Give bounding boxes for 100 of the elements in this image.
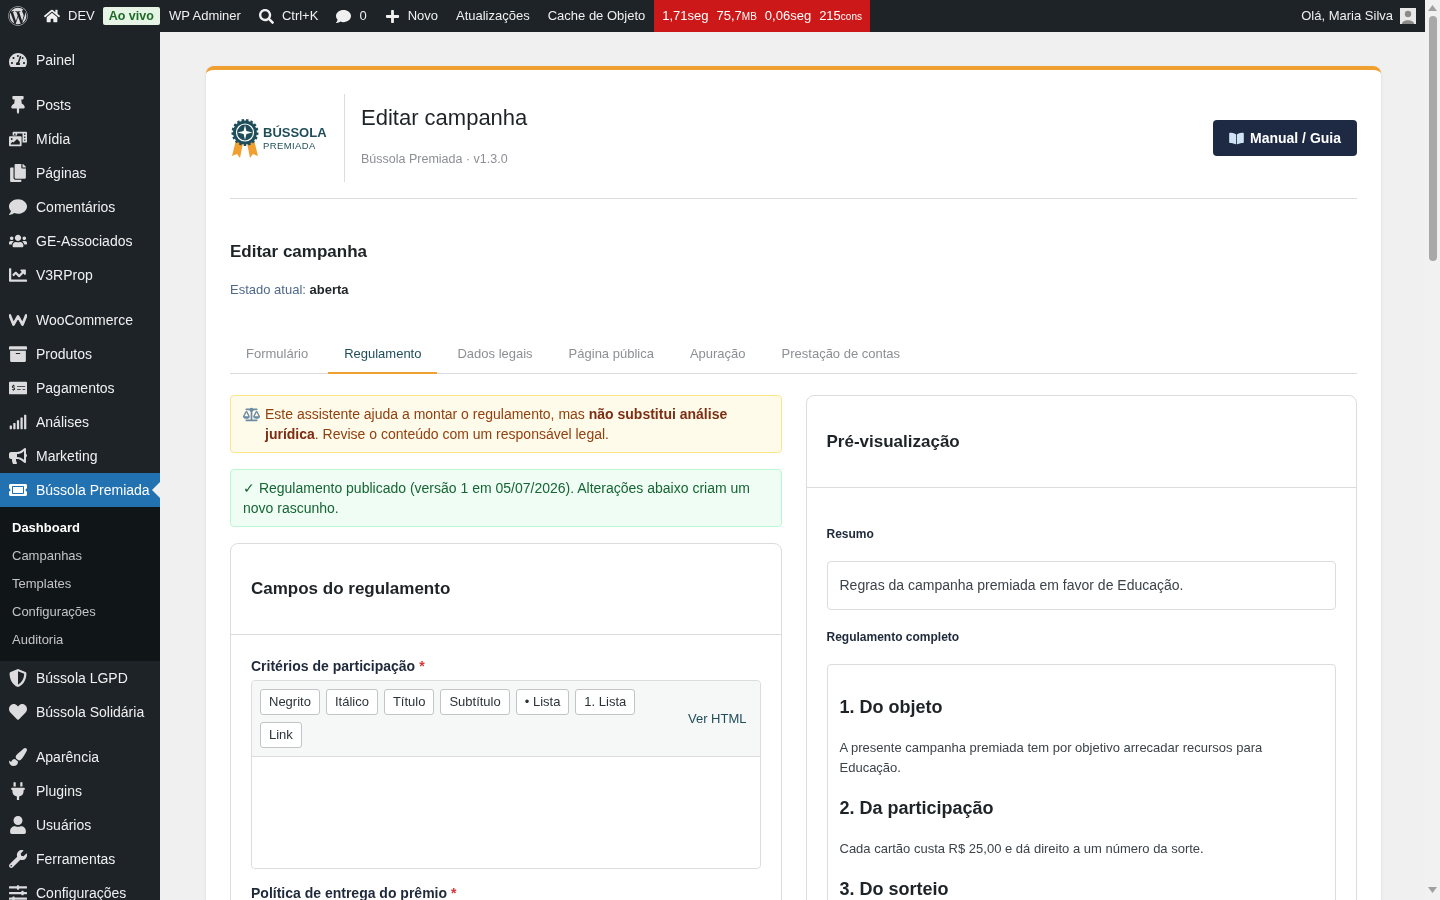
panel-title: Pré-visualização [826,430,960,453]
book-icon [1229,131,1244,145]
sidebar-item[interactable]: V3RProp [0,258,160,292]
scrollbar-thumb[interactable] [1428,16,1437,261]
field-label: Política de entrega do prêmio * [251,884,457,900]
summary-label: Resumo [826,526,874,542]
stat-value: 215cons [819,7,862,26]
pages-icon [9,164,27,182]
heart-icon [9,703,27,721]
paintbrush-icon [9,748,27,766]
submenu-item[interactable]: Templates [0,570,160,598]
admin-bar-item[interactable]: Cache de Objeto [538,0,655,32]
status-text: Estado atual: aberta [230,281,349,299]
submenu-item[interactable]: Auditoria [0,626,160,654]
menu-pointer-icon [152,482,160,498]
sidebar-item[interactable]: Ferramentas [0,842,160,876]
section-title: Editar campanha [230,241,367,263]
environment-badge: Ao vivo [102,7,160,25]
sidebar-item[interactable]: Bússola LGPD [0,661,160,695]
admin-bar-item[interactable]: Atualizações [447,0,539,32]
notice-text: ✓ Regulamento publicado (versão 1 em 05/07/2026). Alterações abaixo criam um novo rascunho. [243,479,751,518]
bar-chart-icon [9,413,27,431]
person-icon [9,816,27,834]
sidebar-item[interactable]: Análises [0,405,160,439]
submenu-item[interactable]: Campanhas [0,542,160,570]
toolbar-button[interactable]: Itálico [325,689,378,715]
search-icon [258,8,274,24]
submenu-item[interactable]: Configurações [0,598,160,626]
toolbar-button[interactable]: Negrito [260,689,320,715]
scroll-up-arrow-icon[interactable] [1428,5,1437,11]
payment-card-icon [9,379,27,397]
sidebar-item[interactable]: Configurações [0,876,160,900]
sliders-icon [9,884,27,900]
pin-icon [9,96,27,114]
home-icon [44,8,60,24]
rules-heading: 1. Do objeto [839,696,943,719]
query-stats-panel[interactable]: 1,71seg 75,7MB 0,06seg 215cons [654,0,870,32]
sidebar-item[interactable]: Bússola Solidária [0,695,160,729]
submenu-item[interactable]: Dashboard [0,514,160,542]
toolbar-button[interactable]: Subtítulo [440,689,510,715]
sidebar-item[interactable]: Páginas [0,156,160,190]
gauge-icon [9,51,27,69]
sidebar-item[interactable]: Posts [0,88,160,122]
avatar-icon [1400,8,1416,24]
stat-value: 75,7MB [716,7,757,26]
sidebar-item[interactable]: Mídia [0,122,160,156]
sidebar-item[interactable]: Painel [0,43,160,77]
admin-bar-item[interactable]: Novo [375,0,447,32]
tickets-icon [9,481,27,499]
rules-heading: 2. Da participação [839,797,994,820]
admin-bar-item[interactable]: DEV [36,0,103,32]
notice-text: Este assistente ajuda a montar o regulamento, mas não substitui análise jurídica. Revise o conteúdo com um responsável legal. [265,405,729,444]
rules-paragraph: A presente campanha premiada tem por objetivo arrecadar recursos para Educação. [839,739,1264,777]
sidebar-item[interactable]: GE-Associados [0,224,160,258]
people-icon [9,232,27,250]
page-title: Editar campanha [361,104,528,132]
sidebar-item[interactable]: Pagamentos [0,371,160,405]
sidebar-item[interactable]: Produtos [0,337,160,371]
megaphone-icon [9,447,27,465]
full-rules-label: Regulamento completo [826,629,960,645]
manual-button[interactable]: Manual / Guia [1213,120,1357,156]
tab[interactable]: Regulamento [328,336,438,374]
line-chart-icon [9,266,27,284]
scroll-down-arrow-icon[interactable] [1428,887,1437,893]
archive-box-icon [9,345,27,363]
toolbar-button[interactable]: 1. Lista [575,689,636,715]
admin-bar-item[interactable]: WP Adminer [159,0,250,32]
scales-icon [243,407,260,422]
admin-bar-item[interactable]: 0 [327,0,376,32]
speech-bubble-icon [336,8,352,24]
plug-icon [9,782,27,800]
shield-icon [9,669,27,687]
sidebar-item[interactable]: WooCommerce [0,303,160,337]
view-html-link[interactable]: Ver HTML [688,708,747,729]
sidebar-item[interactable]: Bússola Premiada [0,473,160,507]
toolbar-button[interactable]: • Lista [515,689,570,715]
plus-icon [384,8,400,24]
plugin-version: Bússola Premiada · v1.3.0 [361,151,508,168]
rules-heading: 3. Do sorteio [839,878,949,900]
rules-paragraph: Cada cartão custa R$ 25,00 e dá direito a um número da sorte. [839,840,1205,858]
summary-box: Regras da campanha premiada em favor de Educação. [826,561,1336,610]
compass-badge-icon [230,118,260,158]
logo-tagline: PREMIADA [263,139,317,151]
sidebar-item[interactable]: Marketing [0,439,160,473]
field-label: Critérios de participação * [251,657,425,676]
sidebar-item[interactable]: Aparência [0,740,160,774]
panel-title: Campos do regulamento [251,578,451,600]
speech-bubble-icon [9,198,27,216]
account-menu[interactable]: Olá, Maria Silva [1301,0,1425,32]
logo-name: BÚSSOLA [263,125,327,140]
sidebar-item[interactable]: Usuários [0,808,160,842]
sidebar-item[interactable]: Comentários [0,190,160,224]
toolbar-button[interactable]: Título [383,689,435,715]
photos-icon [9,130,27,148]
wrench-icon [9,850,27,868]
site-logo-icon [8,6,28,26]
stat-value: 0,06seg [764,7,812,26]
toolbar-button[interactable]: Link [260,722,302,748]
sidebar-item[interactable]: Plugins [0,774,160,808]
admin-bar-item[interactable]: Ctrl+K [249,0,328,32]
